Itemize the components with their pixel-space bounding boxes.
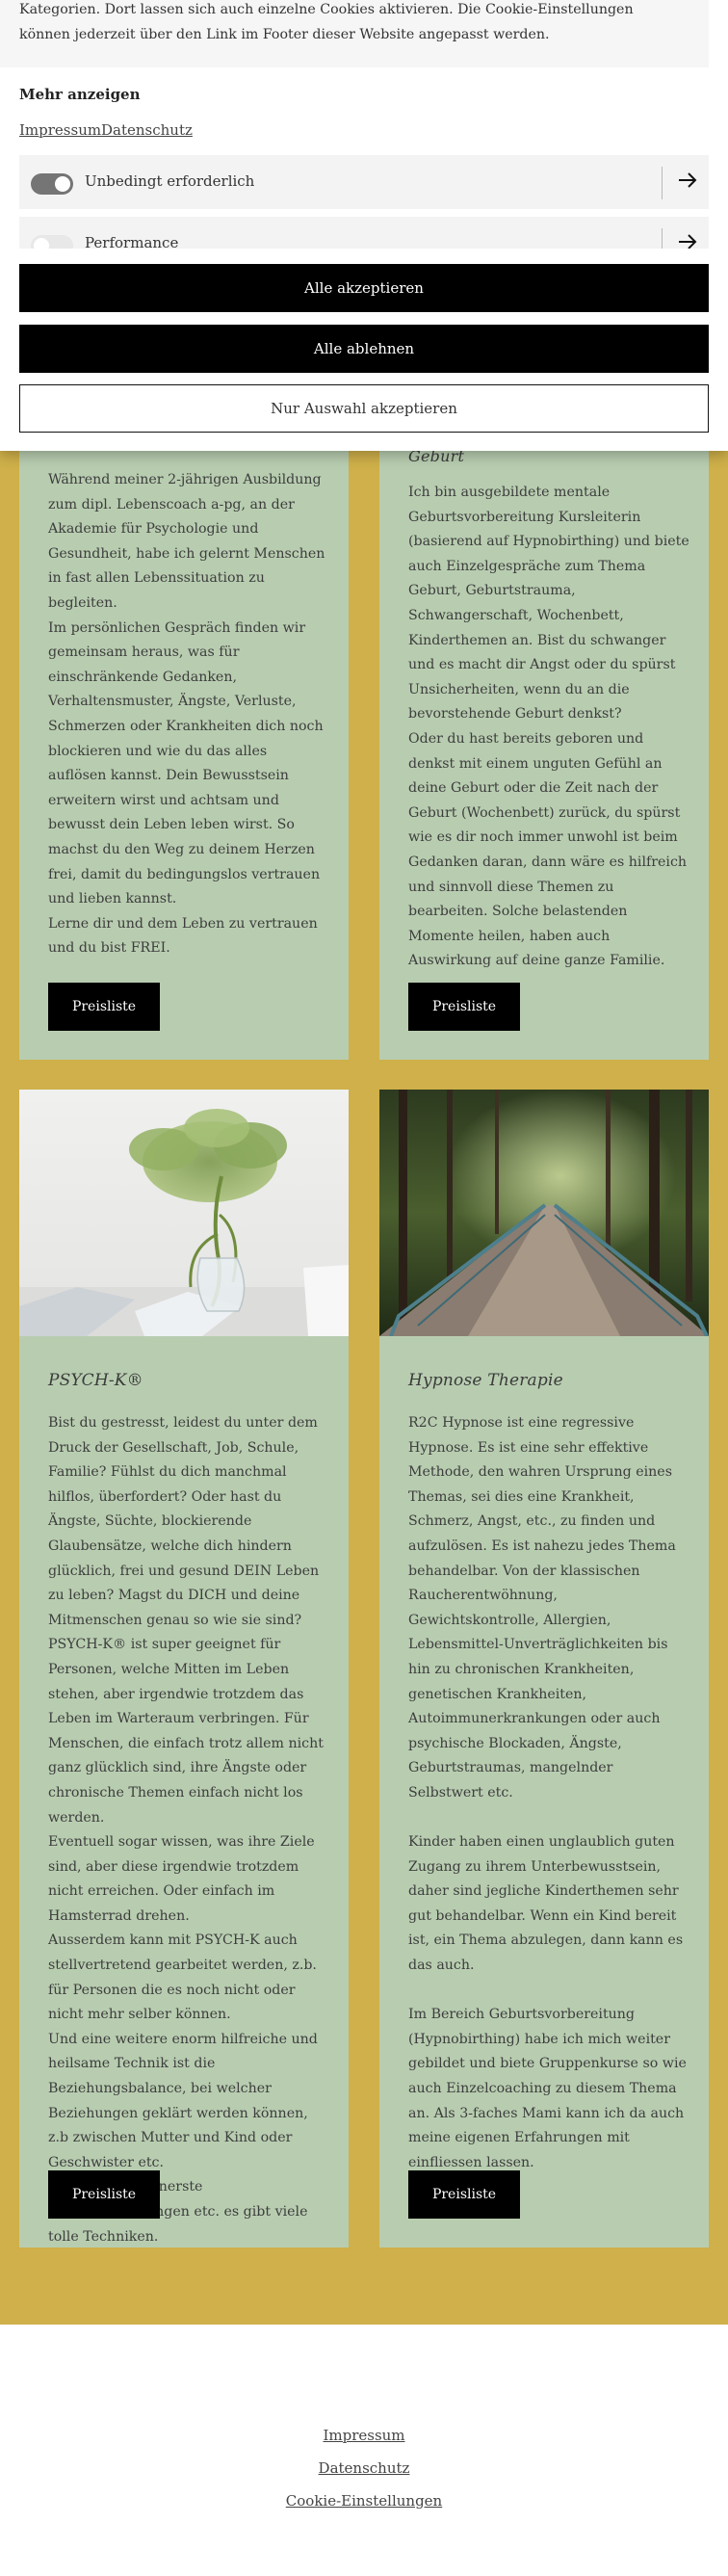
- card-paragraph: Während meiner 2-jährigen Ausbildung zum…: [48, 472, 325, 611]
- cookie-category-essential[interactable]: Unbedingt erforderlich: [19, 155, 709, 209]
- card-geburt: Geburt Ich bin ausgebildete mentale Gebu…: [379, 366, 709, 1060]
- card-psychk-text: Bist du gestresst, leidest du unter dem …: [48, 1411, 329, 2249]
- price-list-button[interactable]: Preisliste: [408, 983, 520, 1031]
- card-paragraph: Im persönlichen Gespräch finden wir geme…: [48, 619, 324, 907]
- card-title: Hypnose Therapie: [408, 1371, 563, 1390]
- cookie-banner: Kategorien. Dort lassen sich auch einzel…: [0, 0, 728, 451]
- card-paragraph: PSYCH-K® ist super geeignet für Personen…: [48, 1637, 324, 1826]
- forest-bridge-image: [379, 1090, 709, 1336]
- reject-all-button[interactable]: Alle ablehnen: [19, 325, 709, 373]
- card-psychk: PSYCH-K® Bist du gestresst, leidest du u…: [19, 1090, 349, 2247]
- card-paragraph: Kinder haben einen unglaublich guten Zug…: [408, 1834, 684, 1974]
- cookie-category-label: Performance: [85, 234, 179, 249]
- banner-link-impressum[interactable]: Impressum: [19, 121, 101, 139]
- cookie-category-performance[interactable]: Performance: [19, 217, 709, 249]
- card-hypnose-text: R2C Hypnose ist eine regressive Hypnose.…: [408, 1411, 689, 2175]
- card-paragraph: R2C Hypnose ist eine regressive Hypnose.…: [408, 1415, 676, 1801]
- card-paragraph: Ausserdem kann mit PSYCH-K auch stellver…: [48, 1932, 317, 2023]
- card-paragraph: Bist du gestresst, leidest du unter dem …: [48, 1415, 320, 1628]
- accept-all-button[interactable]: Alle akzeptieren: [19, 264, 709, 312]
- price-list-button[interactable]: Preisliste: [48, 983, 160, 1031]
- footer-link-cookie-settings[interactable]: Cookie-Einstellungen: [0, 2492, 728, 2510]
- card-paragraph: Eventuell sogar wissen, was ihre Ziele s…: [48, 1834, 315, 1924]
- card-hypnose: Hypnose Therapie R2C Hypnose ist eine re…: [379, 1090, 709, 2247]
- card-paragraph: Ich bin ausgebildete mentale Geburtsvorb…: [408, 485, 689, 723]
- show-more-toggle[interactable]: Mehr anzeigen: [19, 86, 141, 103]
- footer-link-impressum[interactable]: Impressum: [0, 2427, 728, 2444]
- footer: Impressum Datenschutz Cookie-Einstellung…: [0, 2325, 728, 2576]
- cookie-categories-list[interactable]: Unbedingt erforderlich Performance: [0, 149, 728, 249]
- plant-vase-image: [19, 1090, 349, 1336]
- essential-toggle-switch[interactable]: [31, 173, 73, 195]
- footer-link-datenschutz[interactable]: Datenschutz: [0, 2459, 728, 2477]
- price-list-button[interactable]: Preisliste: [408, 2170, 520, 2219]
- card-coaching: Während meiner 2-jährigen Ausbildung zum…: [19, 366, 349, 1060]
- card-paragraph: Und eine weitere enorm hilfreiche und he…: [48, 2031, 318, 2170]
- card-paragraph: Oder du hast bereits geboren und denkst …: [408, 730, 688, 969]
- price-list-button[interactable]: Preisliste: [48, 2170, 160, 2219]
- card-paragraph: Lerne dir und dem Leben zu vertrauen und…: [48, 915, 318, 957]
- cookie-category-label: Unbedingt erforderlich: [85, 172, 255, 190]
- card-geburt-text: Ich bin ausgebildete mentale Geburtsvorb…: [408, 481, 689, 974]
- banner-link-datenschutz[interactable]: Datenschutz: [101, 121, 193, 139]
- arrow-right-icon[interactable]: [676, 169, 699, 192]
- accept-selection-button[interactable]: Nur Auswahl akzeptieren: [19, 384, 709, 433]
- card-coaching-text: Während meiner 2-jährigen Ausbildung zum…: [48, 468, 329, 961]
- performance-toggle-switch[interactable]: [31, 235, 73, 249]
- arrow-right-icon[interactable]: [676, 230, 699, 249]
- card-paragraph: Im Bereich Geburtsvorbereitung (Hypnobir…: [408, 2007, 687, 2170]
- cookie-intro-text: Kategorien. Dort lassen sich auch einzel…: [19, 2, 634, 42]
- card-title: PSYCH-K®: [48, 1371, 143, 1390]
